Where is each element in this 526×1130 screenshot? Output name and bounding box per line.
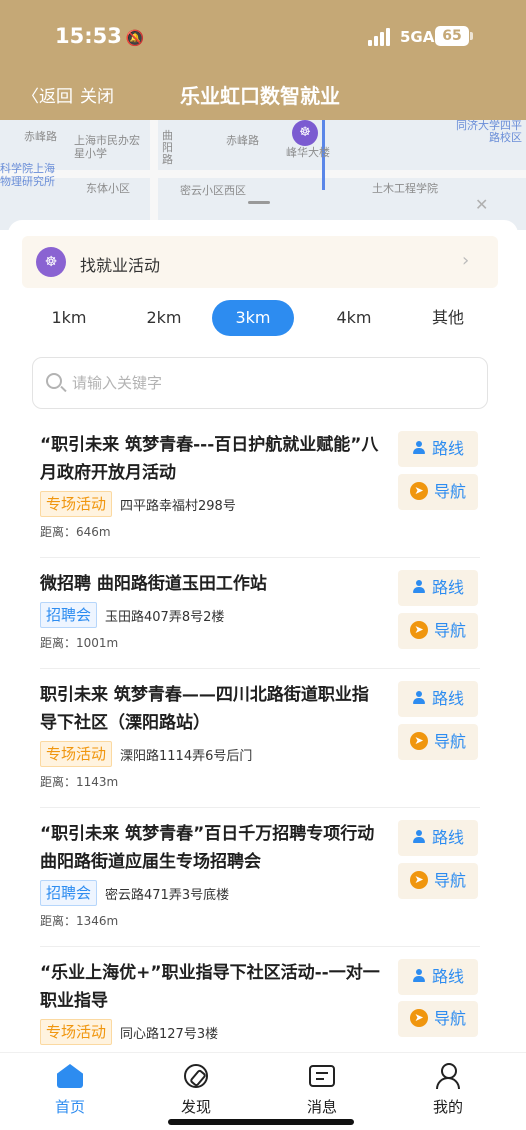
item-title: 职引未来 筑梦青春——四川北路街道职业指导下社区（溧阳路站） — [40, 685, 369, 733]
item-address: 四平路幸福村298号 — [120, 498, 236, 514]
map-label: 曲阳路 — [162, 129, 173, 166]
map-label: 同济大学四平路校区 — [456, 120, 522, 144]
tab-4km[interactable]: 4km — [313, 300, 395, 336]
signal-icon — [368, 28, 394, 46]
distance-tabs: 1km 2km 3km 4km 其他 — [22, 300, 502, 336]
activity-icon: ☸ — [36, 247, 66, 277]
tab-1km[interactable]: 1km — [28, 300, 110, 336]
tab-home[interactable]: 首页 — [30, 1062, 110, 1117]
search-placeholder: 请输入关键字 — [72, 374, 163, 392]
person-pin-icon — [412, 690, 426, 705]
compass-icon — [184, 1064, 208, 1088]
activity-label: 找就业活动 — [80, 256, 161, 275]
mute-bell-icon: 🔕 — [125, 29, 145, 47]
route-button[interactable]: 路线 — [398, 431, 478, 467]
battery-icon: 65 — [435, 26, 473, 46]
tab-other[interactable]: 其他 — [407, 300, 489, 336]
navigate-button[interactable]: ➤ 导航 — [398, 1001, 478, 1037]
back-button[interactable]: 〈返回 — [22, 82, 73, 107]
message-icon — [309, 1065, 335, 1087]
item-address: 玉田路407弄8号2楼 — [105, 609, 225, 625]
item-title: “职引未来 筑梦青春---百日护航就业赋能”八月政府开放月活动 — [40, 435, 379, 483]
item-title: “乐业上海优+”职业指导下社区活动--一对一职业指导 — [40, 963, 380, 1011]
home-indicator — [168, 1119, 354, 1125]
item-distance: 距离：1143m — [40, 775, 119, 789]
map-label: 赤峰路 — [24, 130, 57, 143]
tag-job-fair: 招聘会 — [40, 602, 98, 628]
route-button[interactable]: 路线 — [398, 820, 478, 856]
navigate-button[interactable]: ➤ 导航 — [398, 474, 478, 510]
item-address: 同心路127号3楼 — [120, 1026, 219, 1042]
map-label: 土木工程学院 — [372, 182, 438, 195]
map-view[interactable]: ☸ 赤峰路 上海市民办宏星小学 曲阳路 赤峰路 峰华大楼 同济大学四平路校区 科… — [0, 120, 526, 230]
navigate-icon: ➤ — [409, 620, 428, 639]
tag-special-activity: 专场活动 — [40, 741, 113, 767]
network-type: 5GA — [400, 28, 435, 46]
map-label: 科学院上海物理研究所 — [0, 162, 55, 188]
search-icon — [46, 373, 62, 389]
map-close-icon[interactable]: ✕ — [475, 195, 488, 214]
item-distance: 距离：1346m — [40, 914, 119, 928]
person-pin-icon — [412, 440, 426, 455]
tag-special-activity: 专场活动 — [40, 1019, 113, 1045]
tab-messages[interactable]: 消息 — [282, 1062, 362, 1117]
route-button[interactable]: 路线 — [398, 570, 478, 606]
navigate-icon: ➤ — [409, 870, 428, 889]
page-title: 乐业虹口数智就业 — [180, 84, 340, 108]
status-time: 15:53 🔕 — [55, 24, 145, 48]
person-pin-icon — [412, 829, 426, 844]
map-pin-icon[interactable]: ☸ — [292, 120, 318, 146]
chevron-right-icon: › — [462, 250, 470, 271]
map-label: 密云小区西区 — [180, 184, 246, 197]
person-pin-icon — [412, 968, 426, 983]
tag-special-activity: 专场活动 — [40, 491, 113, 517]
person-icon — [436, 1063, 460, 1089]
home-icon — [57, 1064, 83, 1088]
navigate-button[interactable]: ➤ 导航 — [398, 863, 478, 899]
item-title: “职引未来 筑梦青春”百日千万招聘专项行动曲阳路街道应届生专场招聘会 — [40, 824, 375, 872]
map-label: 东体小区 — [86, 182, 130, 195]
close-button[interactable]: 关闭 — [80, 82, 114, 107]
navigate-icon: ➤ — [409, 1008, 428, 1027]
drag-handle[interactable] — [248, 201, 270, 204]
map-label: 上海市民办宏星小学 — [74, 134, 140, 160]
route-button[interactable]: 路线 — [398, 959, 478, 995]
tab-2km[interactable]: 2km — [123, 300, 205, 336]
item-title: 微招聘 曲阳路街道玉田工作站 — [40, 574, 267, 594]
map-label: 赤峰路 — [226, 134, 259, 147]
tab-discover[interactable]: 发现 — [156, 1062, 236, 1117]
tag-job-fair: 招聘会 — [40, 880, 98, 906]
navigate-icon: ➤ — [409, 731, 428, 750]
tab-3km[interactable]: 3km — [212, 300, 294, 336]
navigate-button[interactable]: ➤ 导航 — [398, 613, 478, 649]
person-pin-icon — [412, 579, 426, 594]
map-label: 峰华大楼 — [286, 146, 330, 159]
item-address: 溧阳路1114弄6号后门 — [120, 748, 253, 764]
tab-me[interactable]: 我的 — [408, 1062, 488, 1117]
item-distance: 距离：646m — [40, 525, 111, 539]
route-button[interactable]: 路线 — [398, 681, 478, 717]
navigate-icon: ➤ — [409, 481, 428, 500]
navigate-button[interactable]: ➤ 导航 — [398, 724, 478, 760]
item-address: 密云路471弄3号底楼 — [105, 887, 230, 903]
